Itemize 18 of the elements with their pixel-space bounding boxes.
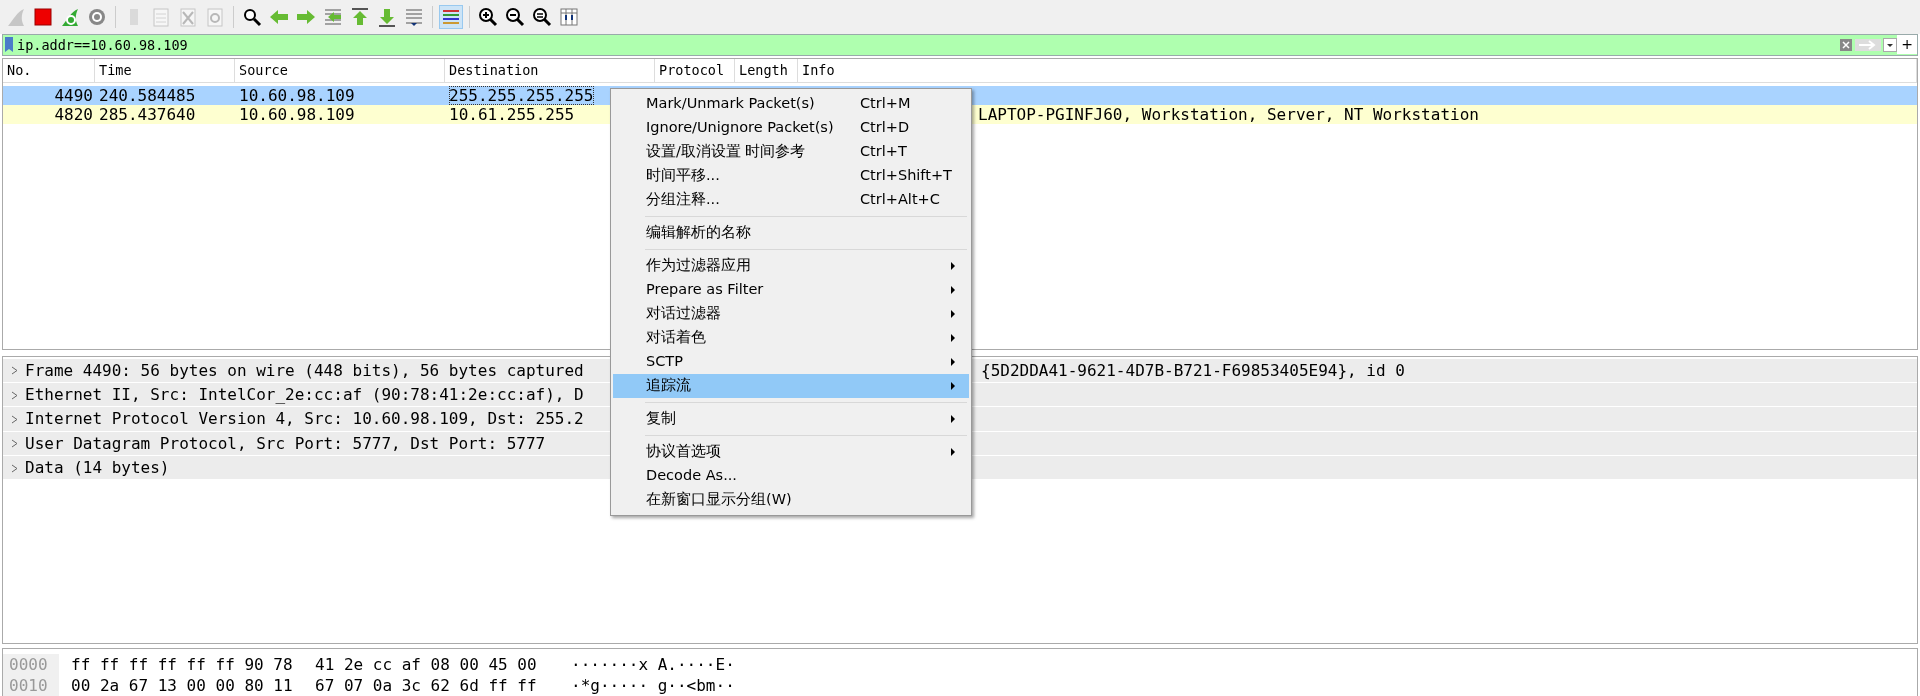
ascii-text: ·······x A.····E· [571,654,735,675]
table-cell: LAPTOP-PGINFJ60, Workstation, Server, NT Workstation [978,104,1479,124]
table-cell: 4490 [54,85,93,105]
hex-bytes: 67 07 0a 3c 62 6d ff ff [315,675,538,696]
table-cell: 10.60.98.109 [239,85,355,105]
hex-offset: 0010 [3,675,59,696]
tree-item-text: {5D2DDA41-9621-4D7B-B721-F69853405E94}, id 0 [981,359,1406,382]
table-cell: 240.584485 [99,85,196,105]
table-cell: 4820 [54,104,93,124]
hex-bytes: 00 2a 67 13 00 00 80 11 [71,675,294,696]
ascii-text: ·*g····· g··<bm·· [571,675,735,696]
hex-offset: 0000 [3,654,59,675]
table-cell: 255.255.255.255 [449,85,594,105]
table-cell: 10.60.98.109 [239,104,355,124]
hex-bytes: 41 2e cc af 08 00 45 00 [315,654,538,675]
hex-bytes: ff ff ff ff ff ff 90 78 [71,654,294,675]
table-cell: 10.61.255.255 [449,104,575,124]
table-cell: 285.437640 [99,104,196,124]
